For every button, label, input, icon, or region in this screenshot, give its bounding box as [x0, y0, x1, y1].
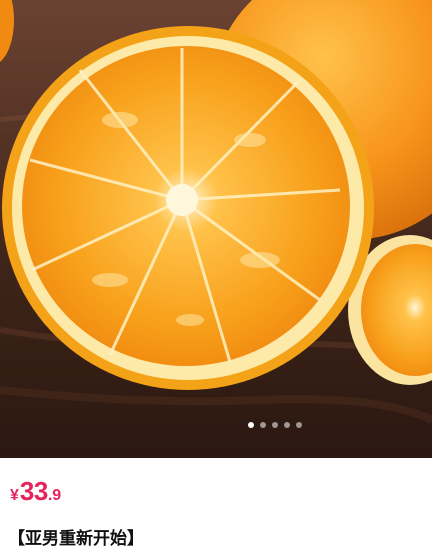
price-decimal: .9: [47, 487, 62, 504]
currency-symbol: ¥: [10, 487, 19, 504]
carousel-dot[interactable]: [284, 422, 290, 428]
price: ¥ 33 .9: [10, 476, 61, 507]
product-image-gallery[interactable]: [0, 0, 432, 458]
price-integer: 33: [19, 476, 48, 506]
carousel-dot[interactable]: [296, 422, 302, 428]
carousel-dot[interactable]: [272, 422, 278, 428]
carousel-indicator: [248, 422, 302, 428]
carousel-dot[interactable]: [248, 422, 254, 428]
product-title: 【亚男重新开始】: [8, 529, 144, 548]
carousel-dot[interactable]: [260, 422, 266, 428]
orange-image: [0, 0, 432, 458]
